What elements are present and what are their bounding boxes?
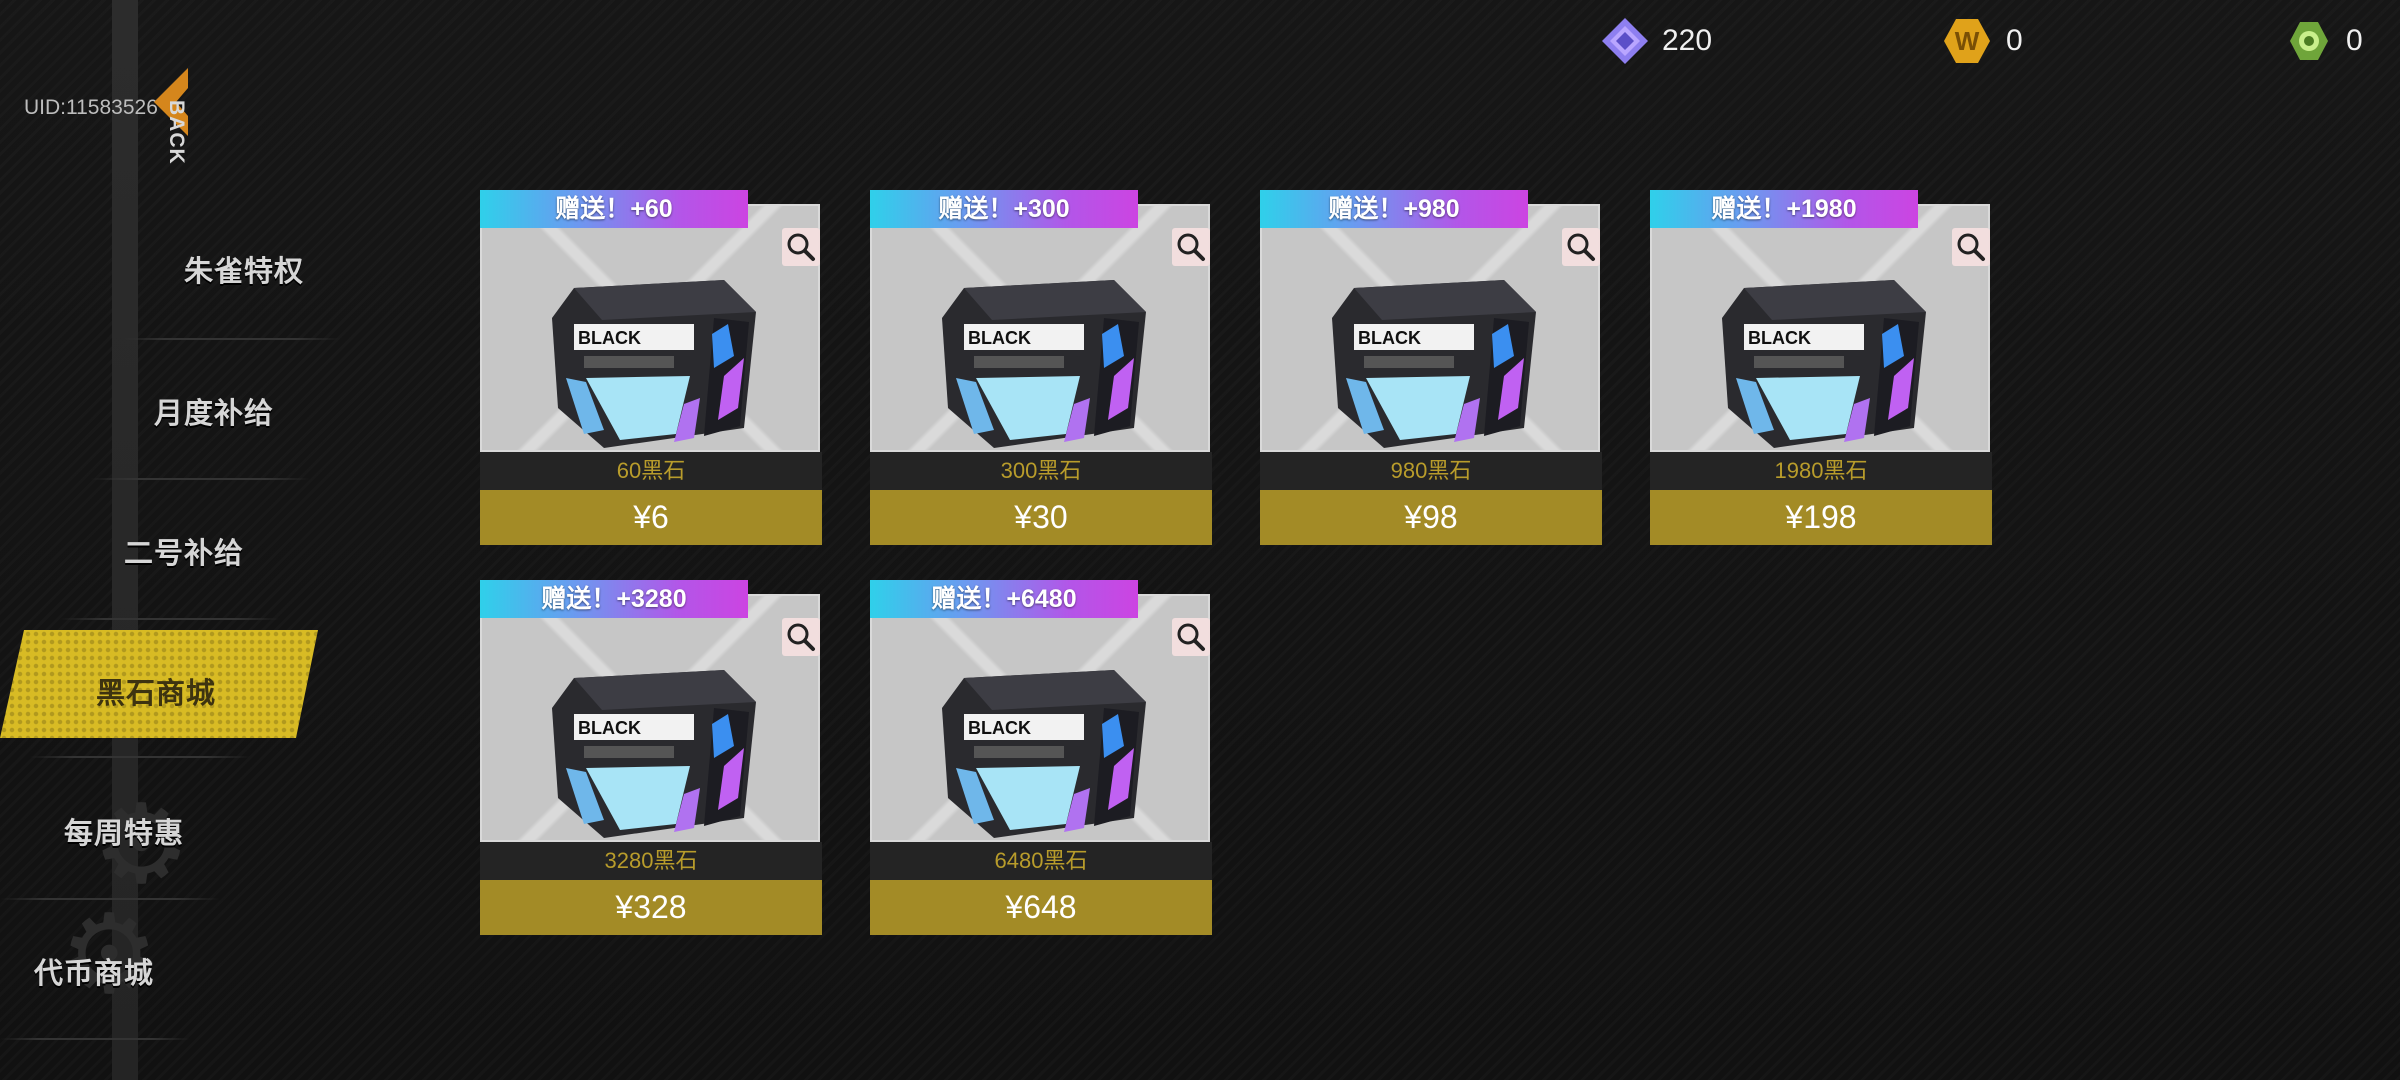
svg-text:BLACK: BLACK (968, 718, 1031, 738)
sidebar-item-zhuque-privilege[interactable]: 朱雀特权 (184, 248, 304, 290)
search-icon (1567, 233, 1595, 261)
shop-item-card[interactable]: BLACK 赠送！+300 300黑石 ¥30 (870, 190, 1212, 545)
back-button[interactable]: BACK (148, 66, 224, 165)
shop-screen: ⚙ ⚙ UID:11583526 BACK 220 W 0 0 朱雀特权 月度补… (0, 0, 2400, 1080)
diamond-icon (1602, 18, 1648, 64)
item-image: BLACK (870, 204, 1210, 452)
price-button[interactable]: ¥6 (480, 490, 822, 545)
sidebar-item-monthly-supply[interactable]: 月度补给 (154, 390, 274, 432)
svg-text:BLACK: BLACK (1748, 328, 1811, 348)
sidebar-divider (0, 898, 220, 900)
bonus-banner: 赠送！+300 (870, 190, 1138, 228)
item-image: BLACK (1650, 204, 1990, 452)
w-coin-icon: W (1944, 19, 1990, 63)
sidebar-divider (0, 1038, 190, 1040)
sidebar-item-weekly-deals[interactable]: 每周特惠 (64, 810, 184, 852)
preview-button[interactable] (782, 228, 820, 266)
item-image: BLACK (870, 594, 1210, 842)
bonus-banner: 赠送！+1980 (1650, 190, 1918, 228)
blackstone-box-icon: BLACK (942, 670, 1146, 838)
preview-button[interactable] (1172, 618, 1210, 656)
preview-button[interactable] (1172, 228, 1210, 266)
diamond-count: 220 (1662, 24, 1713, 57)
search-icon (787, 623, 815, 651)
bonus-banner: 赠送！+3280 (480, 580, 748, 618)
bonus-banner: 赠送！+6480 (870, 580, 1138, 618)
shop-item-card[interactable]: BLACK 赠送！+3280 3280黑石 ¥328 (480, 580, 822, 935)
sidebar-divider (120, 338, 340, 340)
svg-text:BLACK: BLACK (578, 328, 641, 348)
blackstone-box-icon: BLACK (552, 280, 756, 448)
search-icon (1177, 623, 1205, 651)
w-coin-count: 0 (2006, 24, 2023, 57)
back-label: BACK (165, 100, 188, 165)
svg-text:BLACK: BLACK (1358, 328, 1421, 348)
item-image: BLACK (1260, 204, 1600, 452)
blackstone-box-icon: BLACK (1332, 280, 1536, 448)
svg-text:BLACK: BLACK (578, 718, 641, 738)
price-button[interactable]: ¥198 (1650, 490, 1992, 545)
sidebar-divider (30, 756, 250, 758)
sidebar-item-no2-supply[interactable]: 二号补给 (124, 530, 244, 572)
currency-gear-token: 0 (2288, 16, 2368, 64)
sidebar-divider (90, 478, 310, 480)
search-icon (1177, 233, 1205, 261)
price-button[interactable]: ¥328 (480, 880, 822, 935)
preview-button[interactable] (1952, 228, 1990, 266)
sidebar-divider (60, 618, 280, 620)
blackstone-box-icon: BLACK (1722, 280, 1926, 448)
item-name: 6480黑石 (870, 842, 1212, 880)
item-name: 980黑石 (1260, 452, 1602, 490)
bonus-banner: 赠送！+980 (1260, 190, 1528, 228)
svg-text:W: W (1955, 26, 1980, 56)
price-button[interactable]: ¥30 (870, 490, 1212, 545)
gear-token-icon (2290, 22, 2328, 60)
item-image: BLACK (480, 204, 820, 452)
price-button[interactable]: ¥648 (870, 880, 1212, 935)
search-icon (787, 233, 815, 261)
blackstone-box-icon: BLACK (552, 670, 756, 838)
svg-text:BLACK: BLACK (968, 328, 1031, 348)
preview-button[interactable] (1562, 228, 1600, 266)
blackstone-box-icon: BLACK (942, 280, 1146, 448)
user-id: UID:11583526 (24, 96, 158, 119)
item-name: 3280黑石 (480, 842, 822, 880)
currency-diamond: 220 (1600, 16, 1740, 64)
bonus-banner: 赠送！+60 (480, 190, 748, 228)
item-name: 300黑石 (870, 452, 1212, 490)
price-button[interactable]: ¥98 (1260, 490, 1602, 545)
shop-item-card[interactable]: BLACK 赠送！+1980 1980黑石 ¥198 (1650, 190, 1992, 545)
preview-button[interactable] (782, 618, 820, 656)
item-name: 60黑石 (480, 452, 822, 490)
gear-token-count: 0 (2346, 24, 2363, 57)
shop-item-card[interactable]: BLACK 赠送！+6480 6480黑石 ¥648 (870, 580, 1212, 935)
shop-item-card[interactable]: BLACK 赠送！+60 60黑石 ¥6 (480, 190, 822, 545)
currency-w-coin: W 0 (1942, 16, 2023, 64)
shop-item-card[interactable]: BLACK 赠送！+980 980黑石 ¥98 (1260, 190, 1602, 545)
search-icon (1957, 233, 1985, 261)
item-name: 1980黑石 (1650, 452, 1992, 490)
item-image: BLACK (480, 594, 820, 842)
sidebar-item-blackstone-shop[interactable]: 黑石商城 (96, 670, 216, 712)
sidebar-item-token-shop[interactable]: 代币商城 (34, 950, 154, 992)
